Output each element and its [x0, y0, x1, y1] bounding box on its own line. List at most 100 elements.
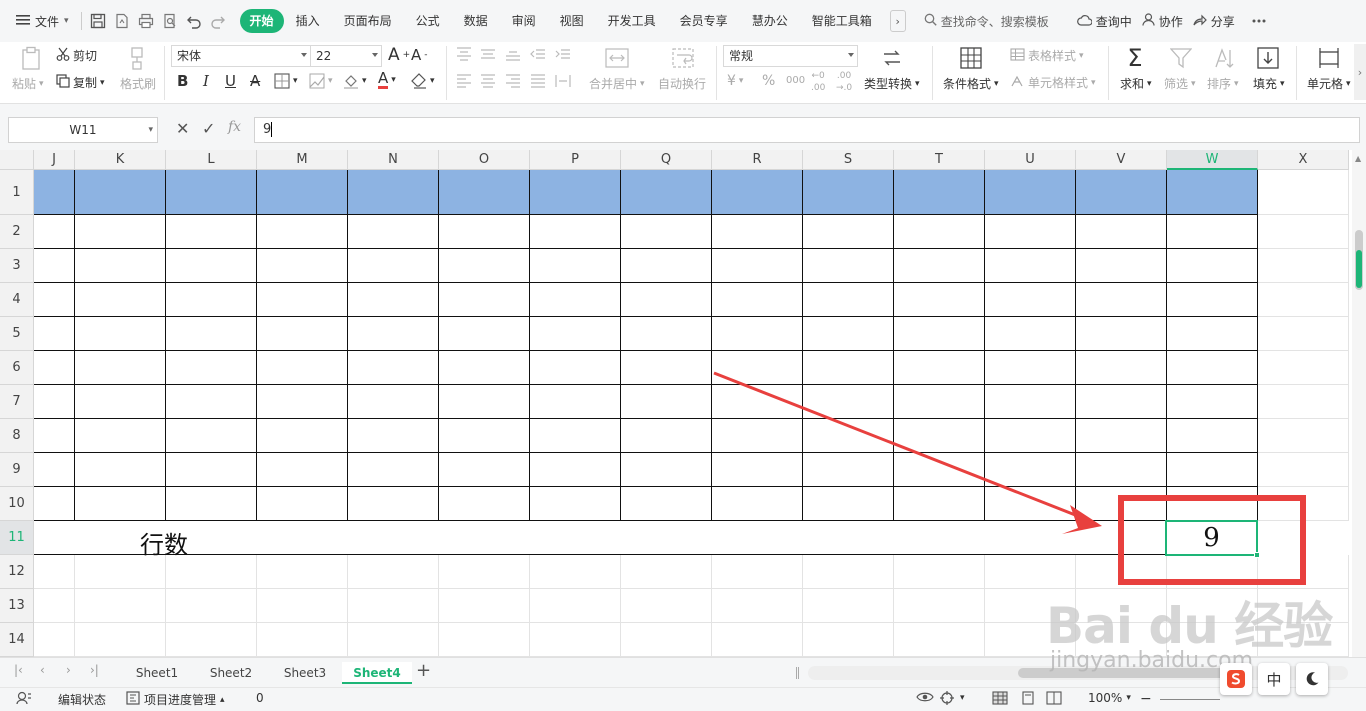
confirm-icon[interactable]: ✓: [202, 119, 215, 138]
zoom-out-icon[interactable]: −: [1140, 691, 1152, 707]
vertical-scrollbar[interactable]: ▲: [1352, 150, 1366, 657]
command-search[interactable]: 查找命令、搜索模板: [924, 13, 1049, 30]
settings-icon[interactable]: ▾: [940, 691, 965, 705]
tab-formulas[interactable]: 公式: [404, 9, 452, 33]
distribute-icon[interactable]: [555, 74, 571, 88]
conditional-format-button[interactable]: 条件格式 ▾: [943, 75, 999, 92]
decrease-decimal-icon[interactable]: .00 →.0: [836, 72, 852, 93]
formula-input[interactable]: 9: [254, 117, 1360, 143]
align-middle-icon[interactable]: [480, 47, 496, 61]
merge-center-button[interactable]: 合并居中 ▾: [589, 75, 645, 92]
cell-style-button[interactable]: 单元格样式 ▾: [1010, 74, 1096, 91]
name-box[interactable]: W11 ▾: [8, 117, 158, 143]
strikethrough-icon[interactable]: A: [250, 72, 260, 90]
sheet-tab-4[interactable]: Sheet4: [342, 662, 412, 684]
find-button[interactable]: 查询中: [1076, 13, 1132, 30]
tab-page-layout[interactable]: 页面布局: [332, 9, 404, 33]
italic-icon[interactable]: I: [203, 72, 209, 90]
increase-decimal-icon[interactable]: ←0.00: [811, 72, 825, 93]
font-color-icon[interactable]: A ▾: [378, 71, 396, 89]
export-pdf-icon[interactable]: [112, 11, 132, 31]
wrap-text-button[interactable]: 自动换行: [658, 75, 706, 92]
cell-button[interactable]: 单元格 ▾: [1307, 75, 1351, 92]
tab-member[interactable]: 会员专享: [668, 9, 740, 33]
percent-icon[interactable]: %: [762, 73, 775, 89]
align-top-icon[interactable]: [456, 47, 472, 61]
zoom-slider[interactable]: [1160, 699, 1220, 700]
underline-icon[interactable]: U: [225, 72, 236, 90]
fill-icon[interactable]: [1255, 45, 1281, 71]
zoom-select[interactable]: 100% ▾: [1088, 691, 1131, 705]
ribbon-scroll-right-icon[interactable]: ›: [1354, 44, 1366, 100]
page-break-view-icon[interactable]: [1046, 691, 1062, 705]
sheet-tab-3[interactable]: Sheet3: [272, 662, 338, 684]
align-right-icon[interactable]: [505, 74, 521, 88]
spreadsheet-grid[interactable]: JKLMNOPQRSTUVWX 1 2 3 4 5 6 7 8 9 10 11 12 13 14 行数 9: [0, 150, 1352, 657]
save-icon[interactable]: [88, 11, 108, 31]
function-icon[interactable]: fx: [228, 119, 241, 135]
font-name-select[interactable]: 宋体: [171, 45, 311, 67]
clear-format-icon[interactable]: ▾: [411, 73, 435, 89]
borders-icon[interactable]: ▾: [274, 73, 298, 89]
table-style-button[interactable]: 表格样式 ▾: [1010, 47, 1084, 64]
tab-view[interactable]: 视图: [548, 9, 596, 33]
paste-icon[interactable]: [18, 45, 44, 71]
format-painter-button[interactable]: 格式刷: [120, 75, 156, 92]
tab-home[interactable]: 开始: [239, 9, 284, 33]
sort-button[interactable]: 排序 ▾: [1207, 75, 1239, 92]
tab-smart-toolbox[interactable]: 智能工具箱: [800, 9, 884, 33]
bold-icon[interactable]: B: [177, 72, 188, 90]
first-sheet-icon[interactable]: |‹: [14, 663, 23, 677]
more-options-icon[interactable]: [1249, 11, 1269, 31]
collaborate-button[interactable]: 协作: [1142, 13, 1183, 30]
print-preview-icon[interactable]: [160, 11, 180, 31]
indent-increase-icon[interactable]: [555, 47, 571, 61]
sum-icon[interactable]: Σ: [1122, 44, 1148, 72]
wrap-text-icon[interactable]: [670, 45, 696, 71]
scroll-up-icon[interactable]: ▲: [1355, 154, 1361, 163]
sort-icon[interactable]: [1210, 45, 1236, 71]
tab-smart-office[interactable]: 慧办公: [740, 9, 800, 33]
currency-icon[interactable]: ¥ ▾: [727, 73, 743, 89]
file-menu-button[interactable]: 文件 ▾: [8, 8, 77, 34]
justify-icon[interactable]: [530, 74, 546, 88]
normal-view-icon[interactable]: [992, 691, 1008, 705]
tabs-more-button[interactable]: ›: [889, 10, 906, 32]
type-convert-button[interactable]: 类型转换 ▾: [864, 75, 920, 92]
add-sheet-icon[interactable]: +: [416, 660, 431, 681]
sheet-tab-2[interactable]: Sheet2: [198, 662, 264, 684]
decrease-font-icon[interactable]: A-: [411, 46, 428, 64]
cell-style-quick-icon[interactable]: ▾: [309, 73, 333, 89]
undo-icon[interactable]: [184, 11, 204, 31]
sheet-tab-1[interactable]: Sheet1: [124, 662, 190, 684]
merge-center-icon[interactable]: [604, 45, 630, 71]
redo-icon[interactable]: [208, 11, 228, 31]
hscroll-splitter[interactable]: [796, 667, 799, 679]
filter-icon[interactable]: [1168, 45, 1194, 71]
cancel-icon[interactable]: ✕: [176, 119, 189, 138]
cut-button[interactable]: 剪切: [56, 47, 97, 64]
page-layout-view-icon[interactable]: [1020, 691, 1036, 705]
night-mode-icon[interactable]: [1296, 663, 1328, 695]
format-painter-icon[interactable]: [124, 45, 150, 71]
sum-button[interactable]: 求和 ▾: [1120, 75, 1152, 92]
tab-developer[interactable]: 开发工具: [596, 9, 668, 33]
tab-insert[interactable]: 插入: [284, 9, 332, 33]
prev-sheet-icon[interactable]: ‹: [40, 663, 45, 677]
tab-review[interactable]: 审阅: [500, 9, 548, 33]
last-sheet-icon[interactable]: ›|: [90, 663, 99, 677]
number-format-select[interactable]: 常规: [723, 45, 858, 67]
share-button[interactable]: 分享: [1193, 13, 1235, 30]
fill-color-icon[interactable]: ▾: [343, 73, 367, 89]
cell-icon[interactable]: [1316, 45, 1342, 71]
align-left-icon[interactable]: [456, 74, 472, 88]
type-convert-icon[interactable]: [879, 45, 905, 71]
thousands-separator-icon[interactable]: 000: [786, 75, 805, 86]
fill-button[interactable]: 填充 ▾: [1253, 75, 1285, 92]
print-icon[interactable]: [136, 11, 156, 31]
next-sheet-icon[interactable]: ›: [66, 663, 71, 677]
paste-button[interactable]: 粘贴 ▾: [12, 75, 44, 92]
macro-record-icon[interactable]: [16, 691, 32, 705]
ime-mode-button[interactable]: 中: [1258, 663, 1290, 695]
indent-decrease-icon[interactable]: [530, 47, 546, 61]
